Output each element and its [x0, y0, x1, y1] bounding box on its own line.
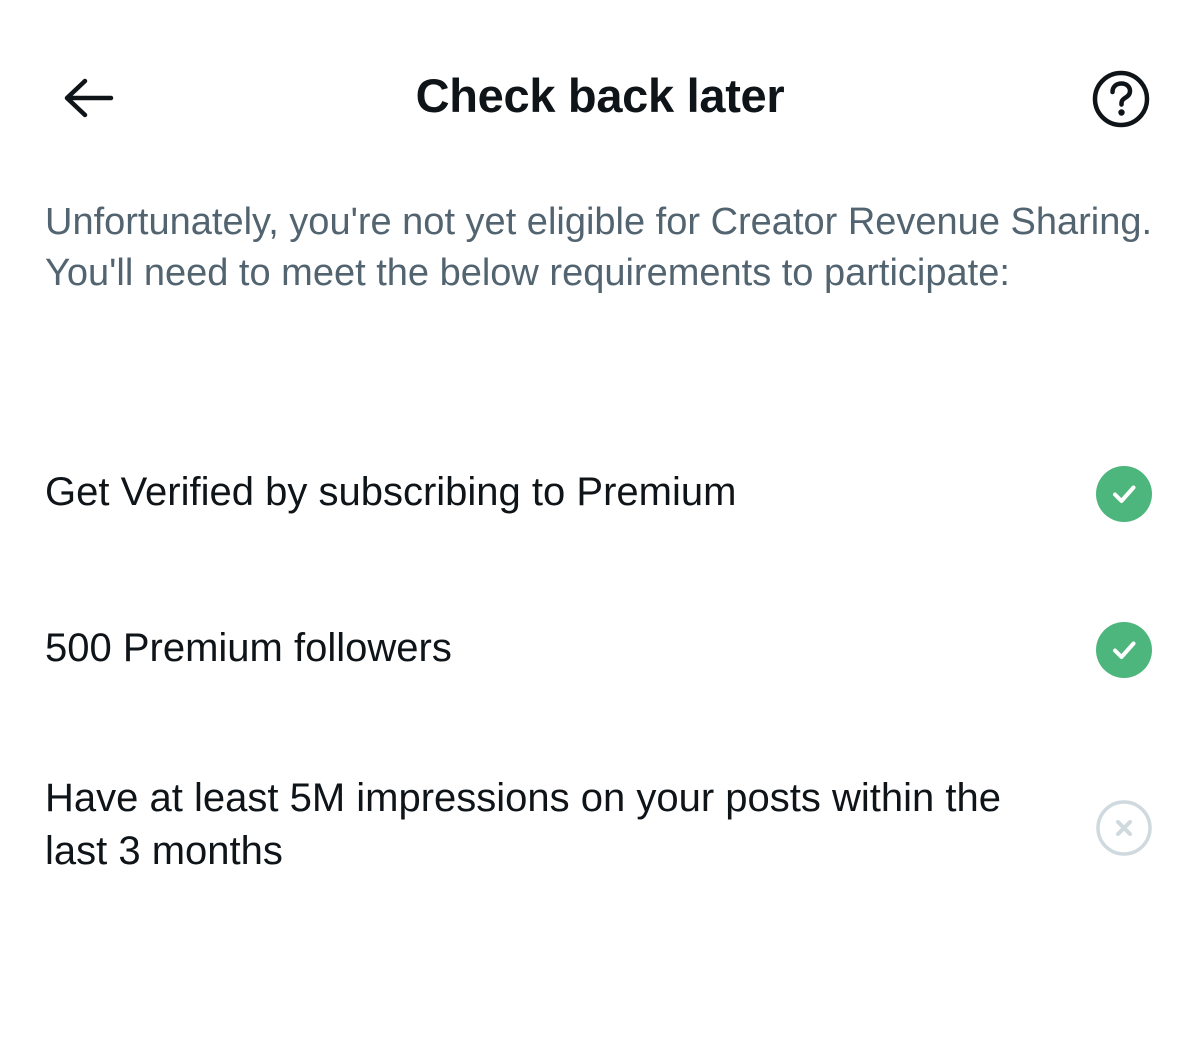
x-circle-icon	[1093, 797, 1155, 859]
requirement-label: Have at least 5M impressions on your pos…	[45, 776, 1001, 873]
requirement-label: 500 Premium followers	[45, 626, 452, 670]
question-circle-icon	[1092, 70, 1150, 128]
help-button[interactable]	[1088, 66, 1154, 132]
requirement-item-impressions: Have at least 5M impressions on your pos…	[45, 772, 1155, 882]
requirement-label: Get Verified by subscribing to Premium	[45, 470, 737, 514]
check-circle-icon	[1093, 619, 1155, 681]
eligibility-message: Unfortunately, you're not yet eligible f…	[45, 201, 1153, 294]
page-title: Check back later	[415, 69, 785, 122]
check-circle-icon	[1093, 463, 1155, 525]
requirement-item-verified: Get Verified by subscribing to Premium	[45, 466, 1155, 522]
header: Check back later	[0, 0, 1200, 190]
requirement-item-followers: 500 Premium followers	[45, 622, 1155, 678]
